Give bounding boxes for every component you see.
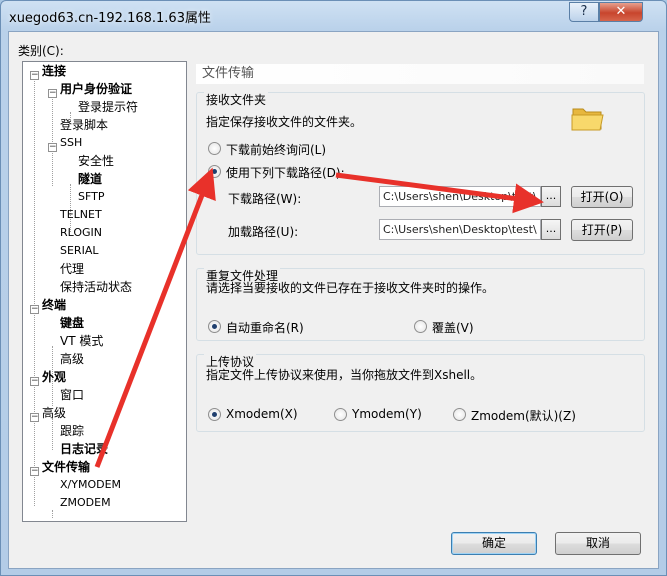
tree-connector [34,76,35,506]
upload-protocol-desc: 指定文件上传协议来使用，当你拖放文件到Xshell。 [206,368,483,382]
tree-item-keyboard[interactable]: 键盘 [60,314,84,332]
close-button[interactable]: ✕ [599,2,643,22]
receive-folder-desc: 指定保存接收文件的文件夹。 [206,115,363,129]
title-bar[interactable]: xuegod63.cn-192.168.1.63属性 ? ✕ [1,1,666,31]
open-download-button[interactable]: 打开(O) [571,186,633,208]
download-path-browse-button[interactable]: ... [541,186,561,207]
tree-item-terminal-advanced[interactable]: 高级 [60,350,84,368]
tree-item-keepalive[interactable]: 保持活动状态 [60,278,132,296]
zmodem-label[interactable]: Zmodem(默认)(Z) [471,407,576,424]
section-header: 文件传输 [196,64,644,84]
expander-appearance[interactable]: − [30,377,39,386]
tree-item-trace[interactable]: 跟踪 [60,422,84,440]
tree-item-user-auth[interactable]: 用户身份验证 [60,80,132,98]
tree-item-connection[interactable]: 连接 [42,62,66,80]
tree-item-rlogin[interactable]: RLOGIN [60,224,102,242]
tree-connector [52,510,53,518]
tree-item-login-script[interactable]: 登录脚本 [60,116,108,134]
radio-auto-rename[interactable] [208,320,221,333]
expander-auth[interactable]: − [48,89,57,98]
window-title: xuegod63.cn-192.168.1.63属性 [9,11,211,26]
download-path-input[interactable]: C:\Users\shen\Desktop\test\ [379,186,541,207]
tree-item-proxy[interactable]: 代理 [60,260,84,278]
ok-button[interactable]: 确定 [451,532,537,555]
tree-connector [52,94,53,186]
tree-item-appearance[interactable]: 外观 [42,368,66,386]
expander-file-transfer[interactable]: − [30,467,39,476]
tree-item-xymodem[interactable]: X/YMODEM [60,476,121,494]
tree-item-serial[interactable]: SERIAL [60,242,98,260]
category-label: 类别(C): [18,44,64,58]
open-upload-button[interactable]: 打开(P) [571,219,633,241]
radio-overwrite[interactable] [414,320,427,333]
dialog-client-area: 类别(C): − 连接 − 用户身份验证 登录提示符 登录脚本 − SSH 安全… [8,31,659,569]
tree-item-login-prompt[interactable]: 登录提示符 [78,98,138,116]
radio-ask-before-download[interactable] [208,142,221,155]
tree-item-ssh[interactable]: SSH [60,134,82,152]
help-button[interactable]: ? [569,2,599,22]
xmodem-label[interactable]: Xmodem(X) [226,407,298,421]
cancel-button[interactable]: 取消 [555,532,641,555]
tree-item-window[interactable]: 窗口 [60,386,84,404]
expander-advanced[interactable]: − [30,413,39,422]
tree-item-advanced[interactable]: 高级 [42,404,66,422]
upload-path-input[interactable]: C:\Users\shen\Desktop\test\ [379,219,541,240]
tree-item-vt-mode[interactable]: VT 模式 [60,332,103,350]
tree-item-telnet[interactable]: TELNET [60,206,102,224]
radio-ymodem[interactable] [334,408,347,421]
expander-connection[interactable]: − [30,71,39,80]
receive-folder-title: 接收文件夹 [204,91,269,108]
download-path-label: 下载路径(W): [228,192,302,206]
tree-item-zmodem[interactable]: ZMODEM [60,494,111,512]
radio-use-download-path[interactable] [208,165,221,178]
tree-item-security[interactable]: 安全性 [78,152,114,170]
expander-ssh[interactable]: − [48,143,57,152]
radio-xmodem[interactable] [208,408,221,421]
upload-path-label: 加载路径(U): [228,225,299,239]
expander-terminal[interactable]: − [30,305,39,314]
tree-item-logging[interactable]: 日志记录 [60,440,108,458]
overwrite-label[interactable]: 覆盖(V) [432,319,474,336]
auto-rename-label[interactable]: 自动重命名(R) [226,319,304,336]
category-tree[interactable]: − 连接 − 用户身份验证 登录提示符 登录脚本 − SSH 安全性 隧道 SF… [22,61,187,522]
properties-dialog: xuegod63.cn-192.168.1.63属性 ? ✕ 类别(C): − … [0,0,667,576]
radio-zmodem[interactable] [453,408,466,421]
ymodem-label[interactable]: Ymodem(Y) [352,407,422,421]
tree-item-file-transfer[interactable]: 文件传输 [42,458,90,476]
tree-connector [52,418,53,450]
use-download-path-label[interactable]: 使用下列下载路径(D): [226,164,345,181]
duplicate-file-group: 重复文件处理 请选择当要接收的文件已存在于接收文件夹时的操作。 自动重命名(R)… [196,267,645,341]
ask-before-download-label[interactable]: 下载前始终询问(L) [226,141,326,158]
duplicate-file-desc: 请选择当要接收的文件已存在于接收文件夹时的操作。 [206,281,495,295]
upload-path-browse-button[interactable]: ... [541,219,561,240]
tree-item-sftp[interactable]: SFTP [78,188,104,206]
folder-icon [571,108,604,131]
tree-item-terminal[interactable]: 终端 [42,296,66,314]
upload-protocol-group: 上传协议 指定文件上传协议来使用，当你拖放文件到Xshell。 Xmodem(X… [196,353,645,432]
tree-item-tunnel[interactable]: 隧道 [78,170,102,188]
